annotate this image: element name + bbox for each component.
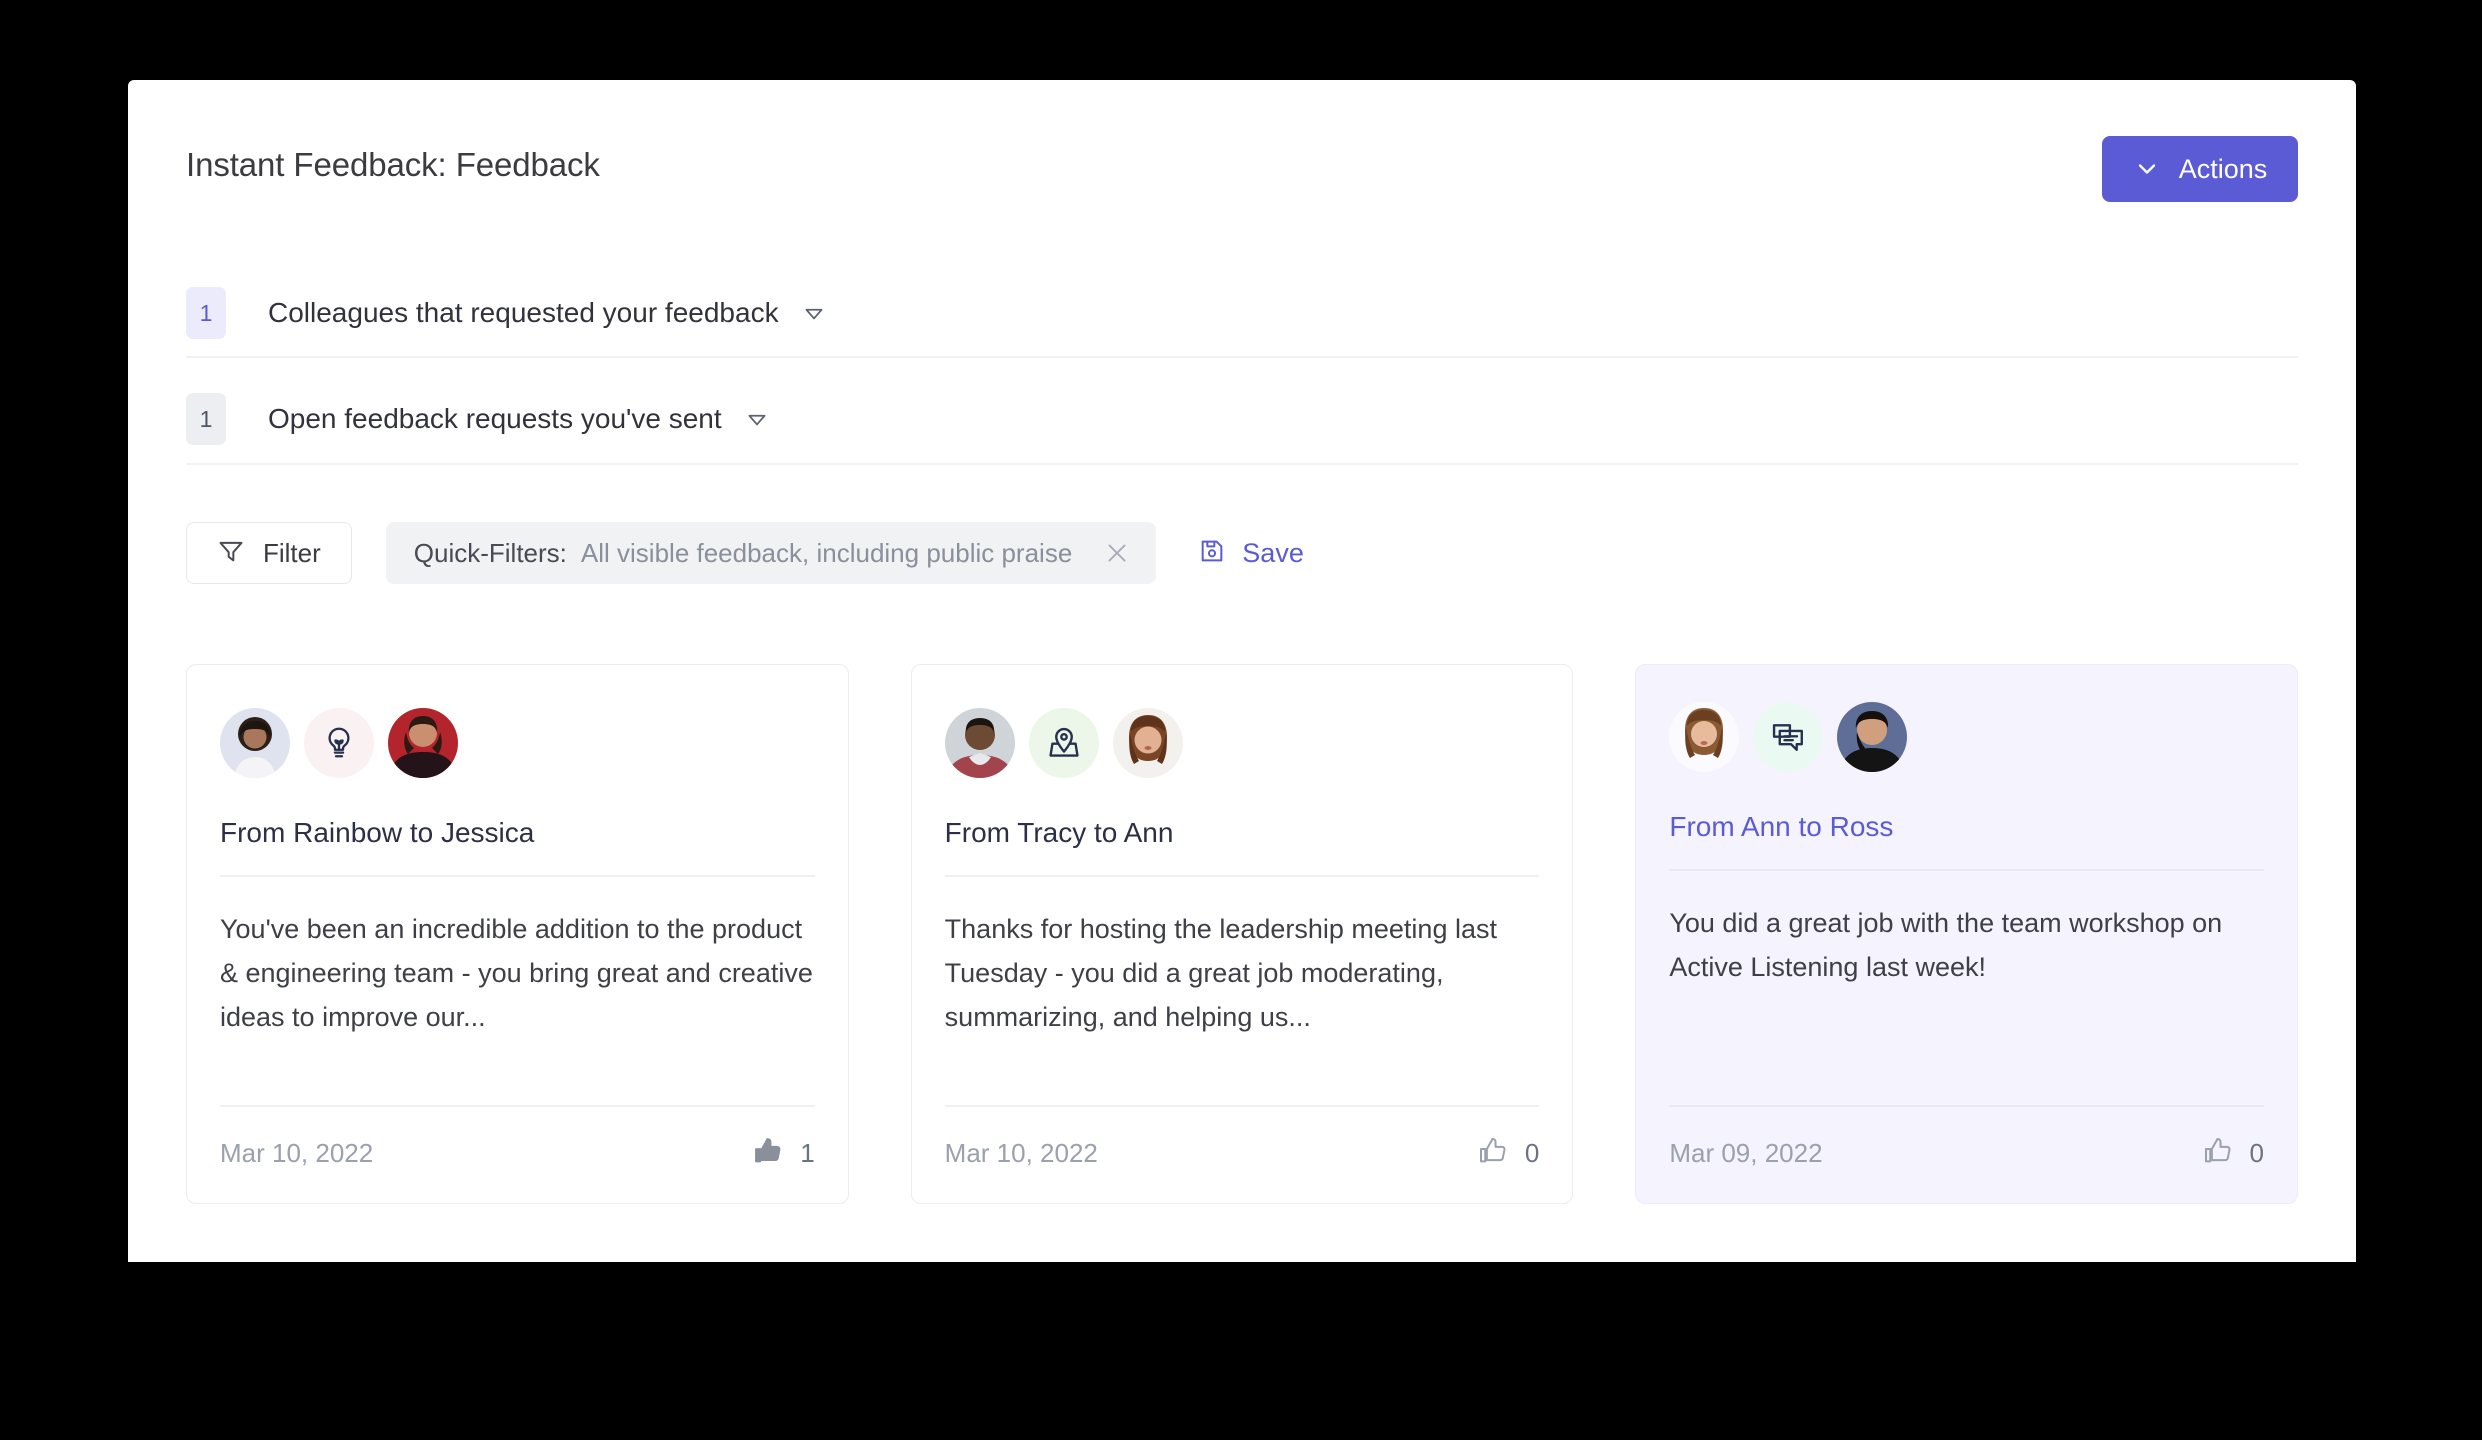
card-date: Mar 10, 2022 xyxy=(220,1137,374,1168)
card-title[interactable]: From Ann to Ross xyxy=(1669,811,2264,843)
page-title: Instant Feedback: Feedback xyxy=(186,146,600,183)
section-label: Open feedback requests you've sent xyxy=(268,403,722,434)
feedback-card[interactable]: From Ann to Ross You did a great job wit… xyxy=(1635,664,2299,1204)
card-body: You did a great job with the team worksh… xyxy=(1669,908,2223,982)
close-icon[interactable] xyxy=(1102,538,1132,568)
thumbs-up-filled-icon xyxy=(752,1135,784,1172)
actions-button-label: Actions xyxy=(2178,153,2268,184)
section-count-badge: 1 xyxy=(186,393,226,445)
avatar-recipient[interactable] xyxy=(1837,702,1908,772)
card-footer-divider xyxy=(220,1105,815,1107)
card-footer: Mar 10, 2022 0 xyxy=(944,1131,1539,1175)
quick-filter-chip[interactable]: Quick-Filters: All visible feedback, inc… xyxy=(385,522,1157,584)
card-date: Mar 09, 2022 xyxy=(1669,1137,1823,1168)
card-footer-divider xyxy=(1669,1105,2265,1107)
filter-bar: Filter Quick-Filters: All visible feedba… xyxy=(186,522,1304,584)
quick-filter-key: Quick-Filters: xyxy=(413,537,567,568)
card-footer-divider xyxy=(944,1105,1540,1107)
section-divider xyxy=(186,356,2298,358)
card-divider xyxy=(1669,869,2265,871)
map-pin-icon xyxy=(1028,708,1099,778)
card-avatar-row xyxy=(220,705,815,781)
feedback-card-list: From Rainbow to Jessica You've been an i… xyxy=(186,664,2299,1204)
lightbulb-icon xyxy=(304,708,374,778)
card-avatar-row xyxy=(944,705,1540,781)
actions-button[interactable]: Actions xyxy=(2102,136,2298,202)
section-colleagues-requested[interactable]: 1 Colleagues that requested your feedbac… xyxy=(186,272,2298,354)
app-window: Instant Feedback: Feedback Actions 1 Col… xyxy=(128,80,2356,1262)
thumbs-up-outline-icon xyxy=(1477,1135,1509,1172)
thumbs-up-outline-icon xyxy=(2202,1135,2234,1172)
like-control[interactable]: 0 xyxy=(2202,1135,2264,1172)
card-footer: Mar 10, 2022 1 xyxy=(220,1131,815,1175)
chat-bubbles-icon xyxy=(1753,702,1824,772)
feedback-card[interactable]: From Rainbow to Jessica You've been an i… xyxy=(186,664,849,1204)
card-title[interactable]: From Rainbow to Jessica xyxy=(220,817,815,849)
filter-button[interactable]: Filter xyxy=(186,522,352,584)
like-count: 0 xyxy=(2249,1137,2265,1168)
caret-down-icon[interactable] xyxy=(801,300,827,326)
avatar-recipient[interactable] xyxy=(388,708,458,778)
section-open-requests-sent[interactable]: 1 Open feedback requests you've sent xyxy=(186,378,2298,460)
save-disk-icon xyxy=(1198,537,1226,570)
filter-button-label: Filter xyxy=(263,537,321,568)
page-header: Instant Feedback: Feedback Actions xyxy=(186,136,2298,222)
avatar-sender[interactable] xyxy=(220,708,290,778)
section-label: Colleagues that requested your feedback xyxy=(268,297,779,328)
card-date: Mar 10, 2022 xyxy=(944,1137,1098,1168)
avatar-sender[interactable] xyxy=(944,708,1015,778)
avatar-sender[interactable] xyxy=(1669,702,1740,772)
like-count: 1 xyxy=(800,1137,815,1168)
card-footer: Mar 09, 2022 0 xyxy=(1669,1131,2264,1175)
save-filter-button[interactable]: Save xyxy=(1198,537,1304,570)
card-body: You've been an incredible addition to th… xyxy=(220,914,813,1032)
card-body: Thanks for hosting the leadership meetin… xyxy=(944,914,1497,1032)
card-divider xyxy=(220,875,815,877)
like-count: 0 xyxy=(1524,1137,1540,1168)
funnel-icon xyxy=(217,537,245,570)
card-avatar-row xyxy=(1669,699,2264,775)
section-divider xyxy=(186,463,2298,465)
caret-down-icon[interactable] xyxy=(744,406,770,432)
save-label: Save xyxy=(1242,537,1304,568)
section-count-badge: 1 xyxy=(186,287,226,339)
like-control[interactable]: 0 xyxy=(1477,1135,1539,1172)
like-control[interactable]: 1 xyxy=(752,1135,815,1172)
card-title[interactable]: From Tracy to Ann xyxy=(945,817,1540,849)
feedback-card[interactable]: From Tracy to Ann Thanks for hosting the… xyxy=(910,664,1574,1204)
avatar-recipient[interactable] xyxy=(1112,708,1183,778)
chevron-down-icon xyxy=(2133,155,2161,183)
card-divider xyxy=(944,875,1540,877)
quick-filter-value: All visible feedback, including public p… xyxy=(580,537,1073,568)
